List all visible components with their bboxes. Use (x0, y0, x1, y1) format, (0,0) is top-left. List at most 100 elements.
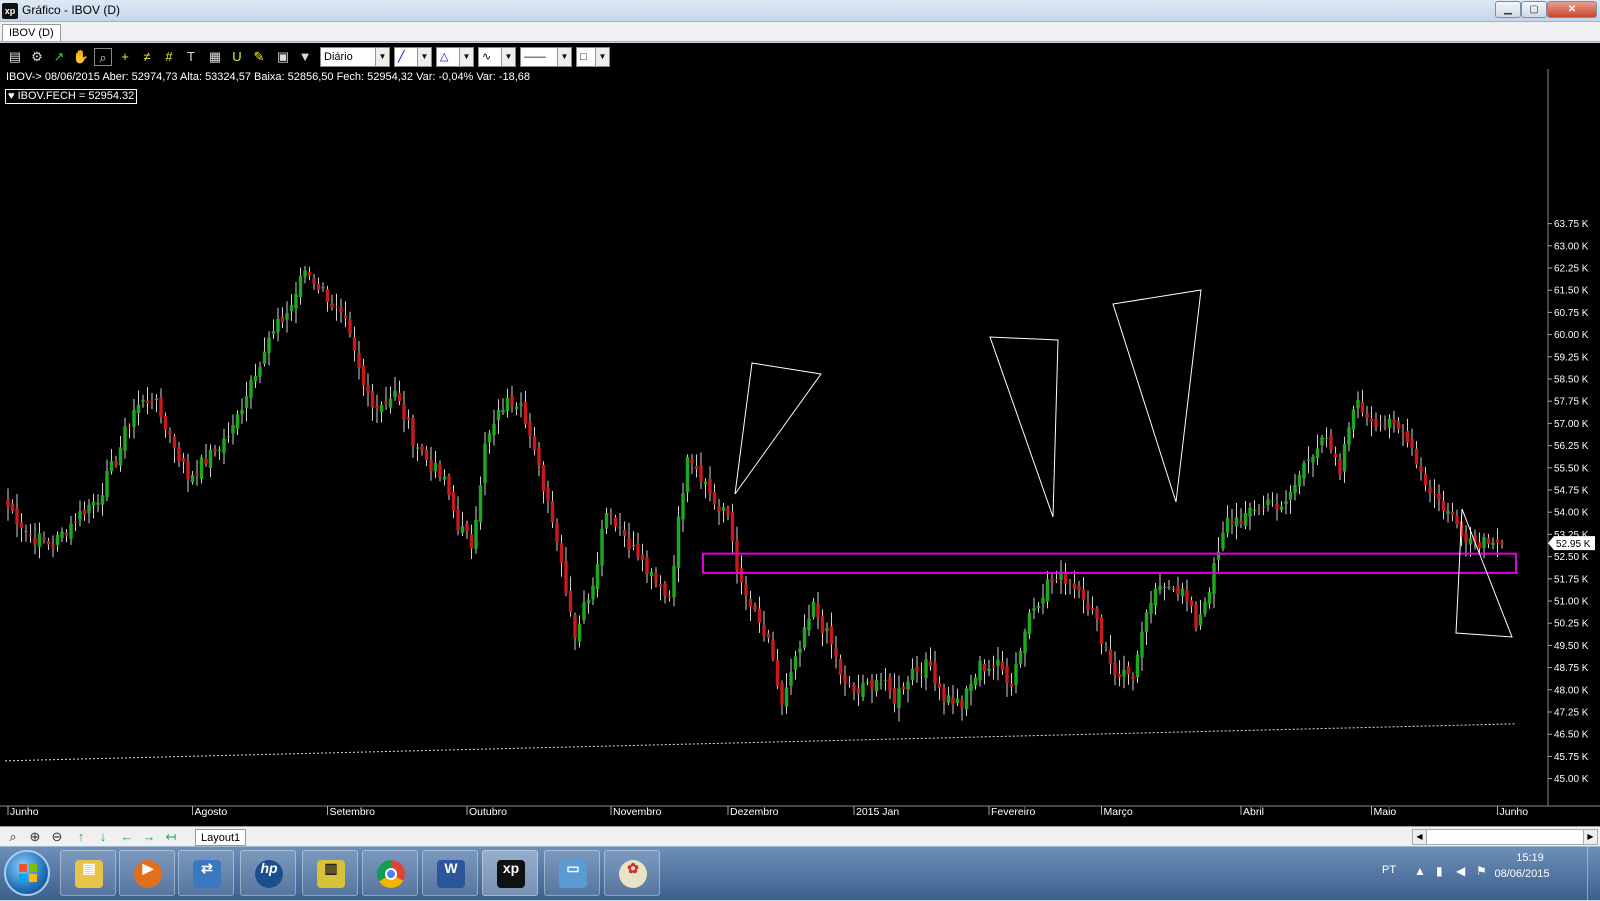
candle-body (28, 534, 33, 536)
start-button[interactable] (4, 850, 50, 896)
minimize-button[interactable]: ▁ (1495, 1, 1521, 18)
period-select[interactable]: Diário ▼ (320, 47, 390, 67)
chart-toolbar: ▤ ⚙ ↗ ✋ ⌕ + ≠ # T ▦ U ✎ ▣ ▼ Diário ▼ ╱ ▼… (0, 43, 1600, 69)
candle-body (933, 662, 937, 684)
taskbar-photos[interactable]: ▭ (544, 850, 600, 896)
taskbar-explorer[interactable]: ▤ (60, 850, 116, 896)
triangle-annotation[interactable] (989, 336, 1059, 518)
candle-body (658, 583, 663, 587)
candle-body (640, 554, 645, 561)
candle-body (568, 590, 573, 613)
arrow-left-icon[interactable]: ← (118, 829, 136, 845)
taskbar-hp[interactable]: hp (240, 850, 296, 896)
support-band-rectangle[interactable] (702, 552, 1517, 574)
zoom-tool-icon[interactable]: ⌕ (94, 48, 112, 66)
shape-tool-select[interactable]: △ ▼ (436, 47, 474, 67)
arrow-up-icon[interactable]: ↑ (72, 829, 90, 845)
calculator-icon[interactable]: ▦ (206, 48, 224, 66)
candle-body (105, 471, 109, 498)
candle-body (1261, 506, 1266, 508)
tab-ibov[interactable]: IBOV (D) (2, 24, 61, 41)
candle-body (136, 404, 141, 413)
color-select[interactable]: □ ▼ (576, 47, 610, 67)
horizontal-scrollbar[interactable]: ◀ ▶ (1412, 829, 1598, 845)
arrow-down-icon[interactable]: ↓ (94, 829, 112, 845)
triangle-annotation[interactable] (1112, 289, 1202, 503)
candle-body (919, 674, 924, 676)
settings-gear-icon[interactable]: ⚙ (28, 48, 46, 66)
clock-time[interactable]: 15:19 (1500, 852, 1560, 864)
tray-expand-icon[interactable]: ▲ (1414, 864, 1426, 878)
candle-body (1284, 500, 1288, 505)
candle-body (366, 385, 370, 393)
candle-body (442, 476, 447, 480)
candle-body (964, 688, 969, 710)
language-indicator[interactable]: PT (1382, 864, 1396, 876)
taskbar-tool[interactable]: ▥ (302, 850, 358, 896)
crosshair-icon[interactable]: + (116, 48, 134, 66)
candle-body (492, 423, 496, 436)
candle-body (1419, 466, 1423, 472)
close-button[interactable]: ✕ (1547, 1, 1597, 18)
chart-type-icon[interactable]: ▤ (6, 48, 24, 66)
taskbar-media-player[interactable]: ▶ (119, 850, 175, 896)
network-signal-icon[interactable]: ▮ (1436, 864, 1443, 878)
candle-body (1054, 579, 1059, 581)
candle-body (586, 599, 591, 604)
line-style-select[interactable]: —— ▼ (520, 47, 572, 67)
lock-icon[interactable]: ▣ (274, 48, 292, 66)
taskbar-network[interactable]: ⇄ (178, 850, 234, 896)
candle-body (1149, 602, 1153, 614)
show-desktop-button[interactable] (1587, 847, 1600, 901)
price-chart[interactable]: 45.00 K 45.75 K 46.50 K 47.25 K 48.00 K 48.75… (0, 69, 1600, 826)
time-tick-label: Novembro (613, 806, 662, 818)
candle-body (330, 303, 334, 308)
candle-body (478, 485, 483, 523)
parallel-lines-icon[interactable]: ≠ (138, 48, 156, 66)
go-to-start-icon[interactable]: ↤ (162, 829, 180, 845)
taskbar-paint[interactable]: ✿ (604, 850, 660, 896)
candle-body (397, 392, 402, 402)
candle-body (1144, 612, 1149, 633)
taskbar-word[interactable]: W (422, 850, 478, 896)
zoom-out-icon[interactable]: ⊖ (48, 829, 66, 845)
eraser-icon[interactable]: ✎ (250, 48, 268, 66)
scroll-right-icon[interactable]: ▶ (1583, 830, 1597, 844)
candle-body (595, 563, 600, 590)
volume-icon[interactable]: ◀ (1456, 864, 1465, 878)
candle-body (280, 316, 285, 323)
candle-body (528, 421, 532, 436)
candle-body (969, 683, 973, 691)
candle-body (402, 403, 406, 420)
text-tool-icon[interactable]: T (182, 48, 200, 66)
candle-body (870, 679, 874, 689)
candle-body (1005, 666, 1009, 683)
series-legend[interactable]: ♥ IBOV.FECH = 52954.32 (5, 89, 138, 104)
pan-hand-icon[interactable]: ✋ (72, 48, 90, 66)
candle-body (1221, 532, 1225, 549)
triangle-annotation[interactable] (734, 362, 822, 495)
magnet-icon[interactable]: U (228, 48, 246, 66)
taskbar-xp[interactable]: xp (482, 850, 538, 896)
candle-body (901, 686, 906, 690)
arrow-right-icon[interactable]: → (140, 829, 158, 845)
layout-tab[interactable]: Layout1 (195, 829, 247, 846)
candle-body (253, 376, 258, 382)
candlestick-chart-svg[interactable]: 45.00 K 45.75 K 46.50 K 47.25 K 48.00 K 48.75… (0, 69, 1600, 826)
clock-date[interactable]: 08/06/2015 (1484, 868, 1560, 880)
taskbar-chrome[interactable] (362, 850, 418, 896)
maximize-button[interactable]: ▢ (1521, 1, 1547, 18)
indicator-select[interactable]: ∿ ▼ (478, 47, 516, 67)
candle-body (1270, 500, 1275, 502)
candle-body (906, 681, 910, 690)
candle-body (861, 682, 865, 697)
cursor-icon[interactable]: ↗ (50, 48, 68, 66)
zoom-in-icon[interactable]: ⊕ (26, 829, 44, 845)
filter-icon[interactable]: ▼ (296, 48, 314, 66)
candle-body (154, 398, 159, 400)
zoom-icon[interactable]: ⌕ (4, 829, 22, 845)
grid-lines-icon[interactable]: # (160, 48, 178, 66)
price-tick-label: 54.75 K (1554, 486, 1589, 497)
line-tool-select[interactable]: ╱ ▼ (394, 47, 432, 67)
scroll-left-icon[interactable]: ◀ (1413, 830, 1427, 844)
